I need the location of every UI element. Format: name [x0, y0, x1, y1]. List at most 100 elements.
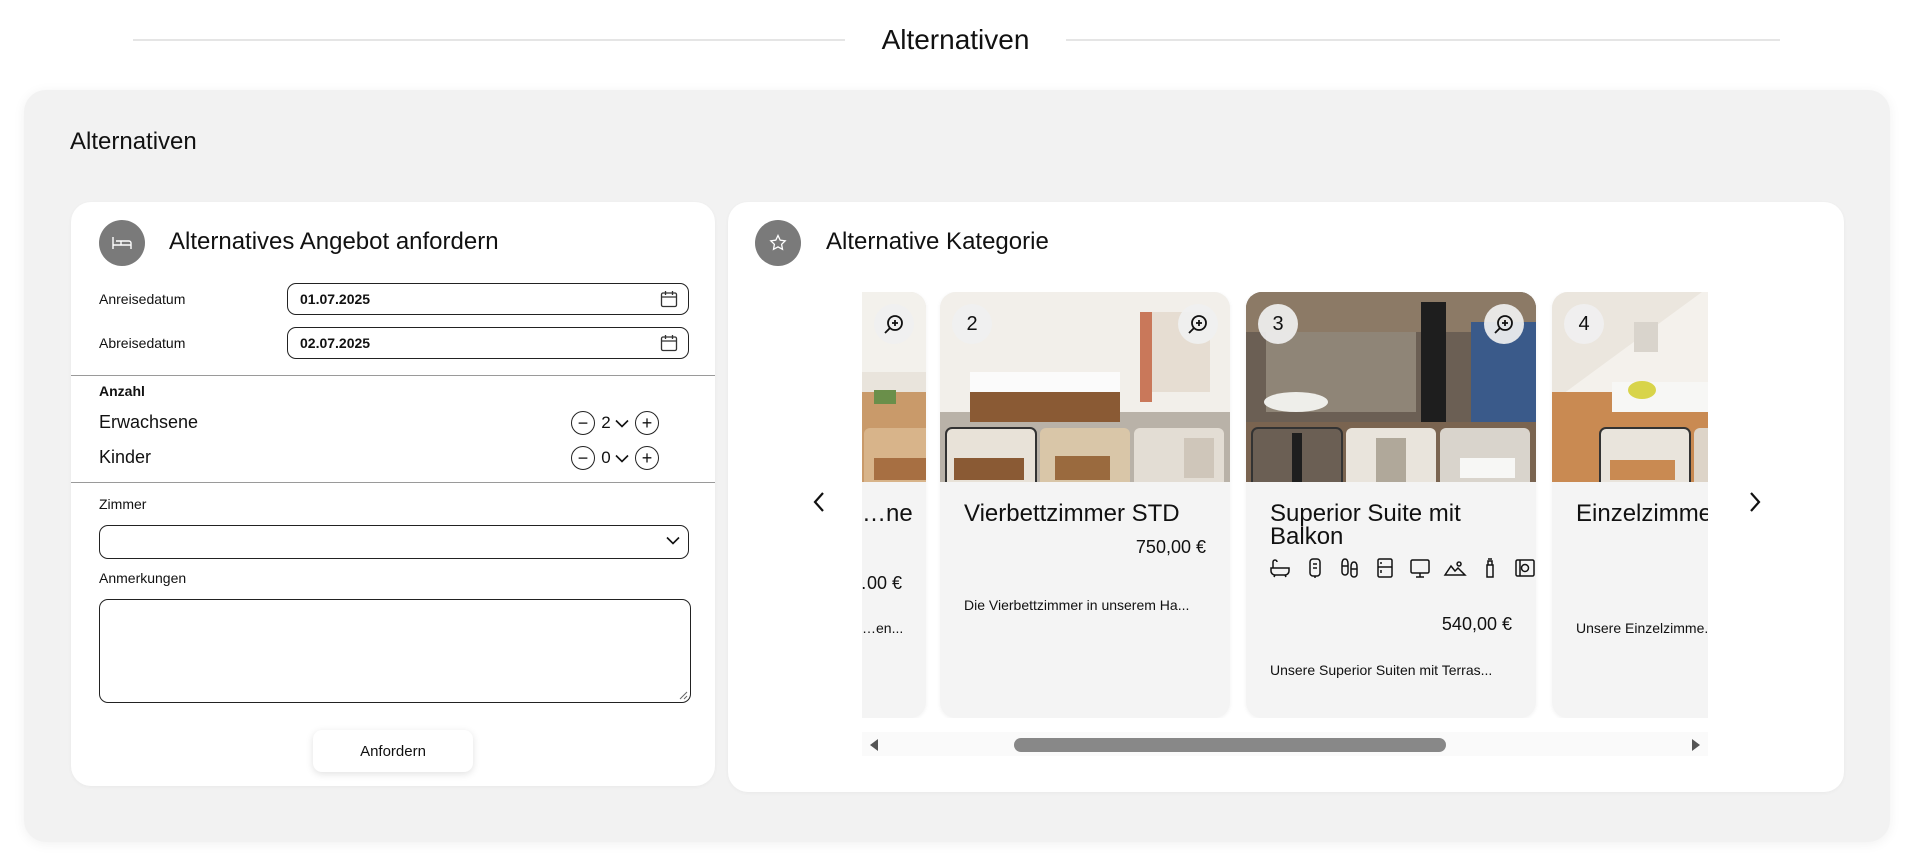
room-card[interactable]: 3 Superior Suite mit Balkon 540,00 € Uns… [1246, 292, 1536, 718]
room-price: …00 € [862, 573, 902, 593]
room-name: Einzelzimmer Balkon [1576, 500, 1708, 527]
page-heading: Alternativen [0, 20, 1920, 60]
children-value: 0 [601, 448, 611, 467]
heading-divider-right [1066, 39, 1780, 41]
room-thumbnail[interactable] [1251, 427, 1343, 482]
zoom-in-icon [1494, 315, 1513, 334]
calendar-icon[interactable] [660, 290, 678, 308]
zoom-button[interactable] [1484, 304, 1524, 344]
thumbnail-strip [864, 428, 926, 482]
room-thumbnail[interactable] [1040, 428, 1130, 482]
room-card[interactable]: …ne …00 € …en... [862, 292, 926, 718]
arrival-date-label: Anreisedatum [99, 291, 186, 307]
form-divider [71, 375, 715, 376]
mountain-view-icon [1443, 561, 1467, 576]
request-offer-title: Alternatives Angebot anfordern [169, 228, 499, 255]
adults-select[interactable]: 2 [595, 413, 635, 433]
amenity-icons [1268, 556, 1536, 580]
room-name: Superior Suite mit Balkon [1270, 500, 1461, 550]
minibar-icon [1377, 558, 1393, 578]
thumbnail-strip [945, 427, 1224, 482]
adults-increment-button[interactable]: + [635, 411, 659, 435]
room-thumbnail[interactable] [1134, 428, 1224, 482]
room-name: …ne [862, 500, 913, 527]
adults-label: Erwachsene [99, 412, 199, 432]
form-divider [71, 482, 715, 483]
request-offer-card: Alternatives Angebot anfordern Anreiseda… [71, 202, 715, 786]
children-stepper: − 0 + [571, 446, 659, 470]
room-thumbnail[interactable] [1599, 427, 1691, 482]
room-number-badge: 2 [952, 304, 992, 344]
departure-date-input[interactable]: 02.07.2025 [287, 327, 689, 359]
room-card[interactable]: 2 Vierbettzimmer STD 750,00 € Die Vierbe… [940, 292, 1230, 718]
notes-textarea[interactable] [99, 599, 691, 703]
room-photo: 4 [1552, 292, 1708, 482]
room-thumbnail[interactable] [1694, 428, 1708, 482]
chevron-down-icon [615, 419, 629, 428]
request-button[interactable]: Anfordern [313, 730, 473, 772]
notes-label: Anmerkungen [99, 570, 187, 586]
room-name: Vierbettzimmer STD [964, 500, 1180, 527]
scroll-right-arrow-icon[interactable] [1690, 738, 1702, 752]
room-price: 540,00 € [1441, 614, 1512, 634]
bed-icon [99, 220, 145, 266]
alternative-category-title: Alternative Kategorie [826, 228, 1049, 255]
zoom-in-icon [1188, 315, 1207, 334]
chevron-right-icon [1750, 492, 1761, 512]
adults-stepper: − 2 + [571, 411, 659, 435]
scrollbar-thumb[interactable] [1014, 738, 1446, 752]
room-number-badge: 3 [1258, 304, 1298, 344]
thumbnail-strip [1251, 427, 1530, 482]
arrival-date-value: 01.07.2025 [300, 291, 371, 307]
tv-icon [1410, 559, 1430, 578]
chevron-down-icon [615, 454, 629, 463]
room-card[interactable]: 4 Einzelzimmer Balkon Unsere Einzelzimme… [1552, 292, 1708, 718]
scroll-left-arrow-icon[interactable] [868, 738, 880, 752]
children-increment-button[interactable]: + [635, 446, 659, 470]
room-description: Die Vierbettzimmer in unserem Ha... [964, 597, 1190, 613]
room-label: Zimmer [99, 496, 147, 512]
chevron-down-icon [666, 536, 680, 545]
hairdryer-icon [1309, 558, 1321, 578]
slippers-icon [1341, 558, 1358, 578]
arrival-date-input[interactable]: 01.07.2025 [287, 283, 689, 315]
zoom-in-icon [884, 315, 903, 334]
room-number-badge: 4 [1564, 304, 1604, 344]
heading-divider-left [133, 39, 845, 41]
departure-date-value: 02.07.2025 [300, 335, 371, 351]
room-thumbnail[interactable] [1440, 428, 1530, 482]
adults-decrement-button[interactable]: − [571, 411, 595, 435]
safe-icon [1515, 559, 1535, 577]
children-decrement-button[interactable]: − [571, 446, 595, 470]
zoom-button[interactable] [1178, 304, 1218, 344]
room-description: Unsere Superior Suiten mit Terras... [1270, 662, 1493, 678]
carousel-scrollbar[interactable] [862, 732, 1708, 756]
room-description: Unsere Einzelzimme... [1576, 620, 1708, 636]
bathtub-icon [1270, 559, 1290, 578]
room-thumbnail[interactable] [1346, 428, 1436, 482]
carousel-next-button[interactable] [1740, 487, 1770, 517]
resize-grip-icon[interactable] [678, 690, 688, 700]
zoom-button[interactable] [874, 304, 914, 344]
adults-value: 2 [601, 413, 611, 432]
cosmetics-icon [1486, 558, 1494, 578]
carousel-prev-button[interactable] [804, 487, 834, 517]
page-title: Alternativen [881, 24, 1030, 55]
room-select[interactable] [99, 525, 689, 559]
room-thumbnail[interactable] [945, 427, 1037, 482]
room-photo: 2 [940, 292, 1230, 482]
room-photo [862, 292, 926, 482]
panel-title: Alternativen [70, 128, 197, 155]
children-select[interactable]: 0 [595, 448, 635, 468]
count-section-label: Anzahl [99, 383, 145, 399]
room-price: 750,00 € [1135, 537, 1206, 557]
chevron-left-icon [813, 492, 824, 512]
room-description: …en... [862, 620, 904, 636]
room-carousel: …ne …00 € …en... 2 Vierbettzimmer STD 75… [862, 292, 1708, 718]
children-label: Kinder [99, 447, 152, 467]
thumbnail-strip [1599, 427, 1708, 482]
star-icon [755, 220, 801, 266]
room-thumbnail[interactable] [864, 428, 926, 482]
calendar-icon[interactable] [660, 334, 678, 352]
departure-date-label: Abreisedatum [99, 335, 186, 351]
